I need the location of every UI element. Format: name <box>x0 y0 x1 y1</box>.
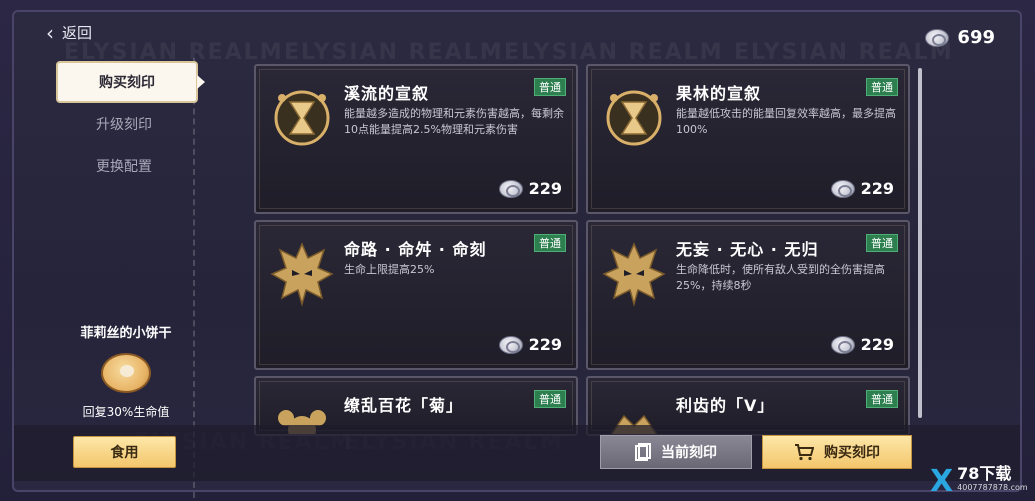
scrollbar[interactable] <box>918 68 922 418</box>
current-sigil-button[interactable]: 当前刻印 <box>600 435 752 469</box>
current-sigil-label: 当前刻印 <box>661 445 717 461</box>
logo-x-icon: X <box>930 463 954 499</box>
eat-button[interactable]: 食用 <box>73 436 176 468</box>
card-price: 229 <box>498 335 562 354</box>
watermark-text: ELYSIAN REALM <box>734 40 954 65</box>
coin-icon <box>498 335 523 354</box>
hourglass-emblem-icon <box>606 90 662 146</box>
coin-icon <box>830 179 855 198</box>
currency-display: 699 <box>925 27 995 48</box>
logo-sub-text: 4007787878.com <box>957 483 1028 492</box>
card-price: 229 <box>498 179 562 198</box>
cart-icon <box>795 444 814 461</box>
sidebar-item-change-config[interactable]: 更换配置 <box>55 147 193 185</box>
document-icon <box>635 443 651 461</box>
rarity-badge: 普通 <box>866 390 898 408</box>
sigil-card[interactable]: 果林的宣叙 普通 能量越低攻击的能量回复效率越高，最多提高100% 229 <box>586 64 910 214</box>
sigil-card[interactable]: 无妄 · 无心 · 无归 普通 生命降低时，使所有敌人受到的全伤害提高25%，持… <box>586 220 910 370</box>
card-desc: 生命上限提高25% <box>344 263 435 276</box>
rarity-badge: 普通 <box>866 78 898 96</box>
card-title: 溪流的宣叙 <box>344 84 430 103</box>
card-desc: 能量越多造成的物理和元素伤害越高，每剩余10点能量提高2.5%物理和元素伤害 <box>344 107 564 136</box>
coin-icon <box>830 335 855 354</box>
coin-icon <box>498 179 523 198</box>
card-title: 命路 · 命舛 · 命刻 <box>344 240 487 259</box>
coin-icon <box>925 28 950 47</box>
rarity-badge: 普通 <box>534 78 566 96</box>
back-label: 返回 <box>62 24 93 42</box>
card-title: 缭乱百花「菊」 <box>344 396 464 415</box>
watermark-text: ELYSIAN REALM <box>504 40 724 65</box>
sidebar-item-upgrade[interactable]: 升级刻印 <box>55 105 193 143</box>
demon-mask-emblem-icon <box>270 242 334 307</box>
card-desc: 能量越低攻击的能量回复效率越高，最多提高100% <box>676 107 896 136</box>
currency-amount: 699 <box>957 27 995 48</box>
chevron-left-icon: ‹ <box>46 20 54 45</box>
site-logo: X 78下载 4007787878.com <box>930 462 1034 500</box>
consumable-item: 菲莉丝的小饼干 回复30%生命值 <box>66 322 186 420</box>
card-title: 无妄 · 无心 · 无归 <box>676 240 819 259</box>
back-button[interactable]: ‹ 返回 <box>46 22 92 43</box>
price-value: 229 <box>528 179 562 198</box>
card-price: 229 <box>830 335 894 354</box>
card-title: 果林的宣叙 <box>676 84 762 103</box>
item-desc: 回复30%生命值 <box>82 405 170 419</box>
card-title: 利齿的「V」 <box>676 396 775 415</box>
cookie-icon <box>101 353 151 393</box>
buy-sigil-button[interactable]: 购买刻印 <box>762 435 912 469</box>
demon-mask-emblem-icon <box>602 242 666 307</box>
price-value: 229 <box>860 179 894 198</box>
card-price: 229 <box>830 179 894 198</box>
buy-sigil-label: 购买刻印 <box>824 445 880 461</box>
card-desc: 生命降低时，使所有敌人受到的全伤害提高25%，持续8秒 <box>676 263 885 292</box>
rarity-badge: 普通 <box>534 390 566 408</box>
hourglass-emblem-icon <box>274 90 330 146</box>
sigil-card[interactable]: 命路 · 命舛 · 命刻 普通 生命上限提高25% 229 <box>254 220 578 370</box>
rarity-badge: 普通 <box>866 234 898 252</box>
logo-main-text: 78下载 <box>957 464 1012 483</box>
rarity-badge: 普通 <box>534 234 566 252</box>
item-name: 菲莉丝的小饼干 <box>80 326 172 341</box>
sigil-card[interactable]: 溪流的宣叙 普通 能量越多造成的物理和元素伤害越高，每剩余10点能量提高2.5%… <box>254 64 578 214</box>
watermark-text: ELYSIAN REALM <box>284 40 504 65</box>
price-value: 229 <box>528 335 562 354</box>
sidebar-item-buy[interactable]: 购买刻印 <box>58 63 205 101</box>
price-value: 229 <box>860 335 894 354</box>
